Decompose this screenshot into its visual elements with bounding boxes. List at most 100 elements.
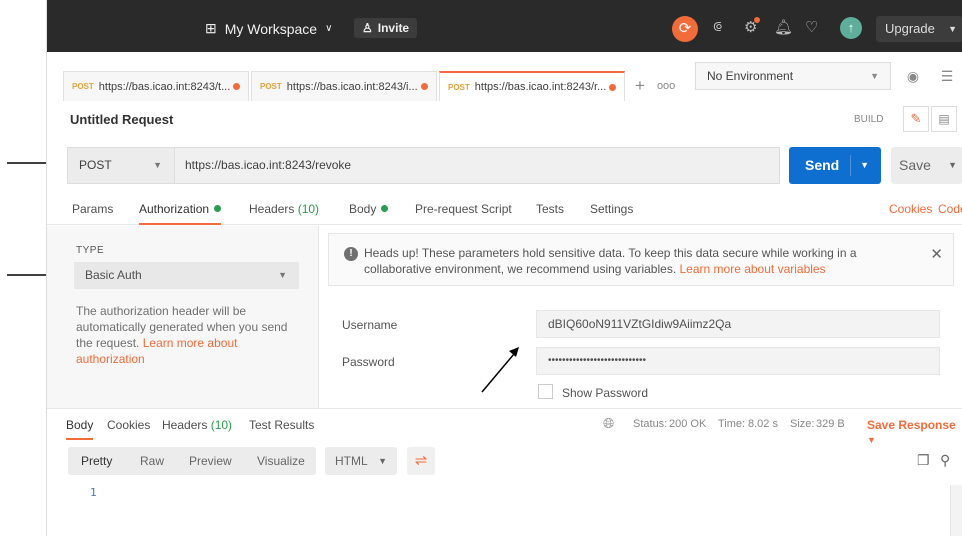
response-view-toggle: Pretty Raw Preview Visualize — [68, 447, 316, 475]
username-field[interactable]: dBIQ60oN911VZtGIdiw9Aiimz2Qa — [536, 310, 940, 338]
format-select[interactable]: HTML ▼ — [325, 447, 397, 475]
time-label: Time: — [718, 418, 746, 430]
pencil-icon[interactable]: ✎ — [903, 106, 929, 132]
divider — [850, 155, 851, 176]
password-label: Password — [342, 355, 395, 369]
password-field[interactable]: •••••••••••••••••••••••••••• — [536, 347, 940, 375]
request-name[interactable]: Untitled Request — [70, 112, 173, 127]
request-tabs: Params Authorization Headers (10) Body P… — [47, 198, 962, 225]
line-number: 1 — [90, 486, 97, 499]
workspace-switcher[interactable]: ⊞ My Workspace ∨ — [205, 20, 332, 37]
build-label: BUILD — [854, 114, 884, 125]
globe-icon[interactable]: 🌐︎ — [603, 415, 614, 432]
headers-count: (10) — [210, 418, 233, 432]
auth-type-value: Basic Auth — [85, 268, 142, 282]
close-icon[interactable]: ✕ — [930, 245, 943, 263]
status-label: Status: — [633, 418, 668, 430]
scrollbar[interactable] — [950, 485, 962, 536]
heart-icon[interactable]: ♡ — [805, 18, 818, 36]
environment-select[interactable]: No Environment ▼ — [695, 62, 891, 90]
response-tab-cookies[interactable]: Cookies — [107, 418, 150, 432]
response-tab-headers[interactable]: Headers (10) — [162, 418, 232, 432]
chevron-down-icon: ▼ — [867, 435, 876, 445]
tab-headers[interactable]: Headers (10) — [249, 202, 319, 216]
method-value: POST — [79, 158, 112, 172]
save-response-label: Save Response — [867, 418, 956, 432]
tab-params[interactable]: Params — [72, 202, 113, 216]
request-tab-active[interactable]: POST https://bas.icao.int:8243/r... — [439, 71, 625, 101]
send-button[interactable]: Send ▼ — [789, 147, 881, 184]
view-preview[interactable]: Preview — [189, 454, 232, 468]
sliders-icon[interactable]: ☰ — [933, 62, 961, 90]
url-input[interactable]: https://bas.icao.int:8243/revoke — [175, 147, 780, 184]
chevron-down-icon[interactable]: ▼ — [860, 147, 869, 184]
method-select[interactable]: POST ▼ — [67, 147, 175, 184]
tab-url: https://bas.icao.int:8243/t... — [98, 80, 231, 93]
time-value: 8.02 s — [748, 418, 778, 430]
wrap-lines-icon[interactable]: ⇌ — [407, 447, 435, 475]
tab-settings[interactable]: Settings — [590, 202, 633, 216]
invite-label: Invite — [377, 21, 410, 35]
sync-icon[interactable]: ⟳ — [672, 16, 698, 42]
tab-tests[interactable]: Tests — [536, 202, 564, 216]
tab-label: Headers — [162, 418, 208, 432]
save-button[interactable]: Save ▼ — [891, 147, 962, 184]
username-label: Username — [342, 318, 398, 332]
status-value: 200 OK — [669, 418, 707, 430]
active-dot — [214, 205, 222, 212]
search-icon[interactable]: ⚲ — [940, 452, 950, 469]
top-bar: ⊞ My Workspace ∨ ♙ Invite ⟳ ⟃ ⚙ 🔔︎ ♡ ↑ U… — [47, 0, 962, 52]
copy-icon[interactable]: ❐ — [917, 452, 930, 469]
auth-type-select[interactable]: Basic Auth ▼ — [74, 262, 299, 289]
chevron-down-icon: ▼ — [153, 160, 162, 170]
avatar[interactable]: ↑ — [840, 17, 862, 39]
chevron-down-icon: ▼ — [278, 270, 287, 280]
view-raw[interactable]: Raw — [140, 454, 164, 468]
cookies-link[interactable]: Cookies — [889, 202, 932, 216]
comment-icon[interactable]: ▤ — [931, 106, 957, 132]
tab-method: POST — [72, 82, 94, 91]
tab-url: https://bas.icao.int:8243/i... — [286, 80, 418, 93]
type-label: TYPE — [76, 245, 105, 256]
tab-url: https://bas.icao.int:8243/r... — [474, 81, 607, 93]
response-bar: Body Cookies Headers (10) Test Results 🌐… — [47, 408, 962, 445]
unsaved-dot — [233, 83, 241, 90]
tab-body[interactable]: Body — [349, 202, 389, 216]
response-tab-test-results[interactable]: Test Results — [249, 418, 314, 432]
new-tab-button[interactable]: + — [635, 71, 645, 101]
save-response-button[interactable]: Save Response ▼ — [867, 418, 962, 446]
sensitive-data-alert: ! Heads up! These parameters hold sensit… — [328, 233, 954, 286]
save-label: Save — [899, 157, 931, 173]
view-pretty[interactable]: Pretty — [81, 454, 112, 468]
annotation-arrow-password — [481, 347, 519, 393]
request-tab[interactable]: POST https://bas.icao.int:8243/t... — [63, 71, 249, 101]
chevron-down-icon: ▼ — [948, 24, 957, 34]
unsaved-dot — [420, 83, 428, 90]
upgrade-button[interactable]: Upgrade ▼ — [876, 16, 962, 42]
show-password-checkbox[interactable] — [538, 384, 553, 399]
chevron-down-icon: ▼ — [378, 456, 387, 466]
more-tabs-button[interactable]: ooo — [657, 71, 675, 101]
chevron-down-icon[interactable]: ▼ — [948, 147, 957, 184]
auth-type-panel: TYPE Basic Auth ▼ The authorization head… — [47, 226, 319, 408]
upgrade-label: Upgrade — [885, 21, 935, 36]
tab-authorization[interactable]: Authorization — [139, 202, 222, 225]
eye-icon[interactable]: ◉ — [899, 62, 927, 90]
alert-text: Heads up! These parameters hold sensitiv… — [364, 245, 924, 277]
satellite-icon[interactable]: ⟃ — [713, 18, 722, 35]
chevron-down-icon: ∨ — [325, 23, 333, 34]
request-tab[interactable]: POST https://bas.icao.int:8243/i... — [251, 71, 437, 101]
bell-icon[interactable]: 🔔︎ — [774, 18, 793, 36]
headers-count: (10) — [297, 202, 320, 216]
tab-method: POST — [448, 82, 470, 92]
send-label: Send — [805, 157, 840, 173]
grid-icon: ⊞ — [205, 20, 217, 36]
tab-method: POST — [260, 82, 282, 91]
response-tab-body[interactable]: Body — [66, 418, 94, 440]
tab-prerequest-script[interactable]: Pre-request Script — [415, 202, 512, 216]
chevron-down-icon: ▼ — [870, 71, 879, 81]
invite-button[interactable]: ♙ Invite — [354, 18, 418, 38]
learn-more-variables-link[interactable]: Learn more about variables — [680, 262, 826, 276]
view-visualize[interactable]: Visualize — [257, 454, 305, 468]
code-link[interactable]: Code — [938, 202, 962, 216]
